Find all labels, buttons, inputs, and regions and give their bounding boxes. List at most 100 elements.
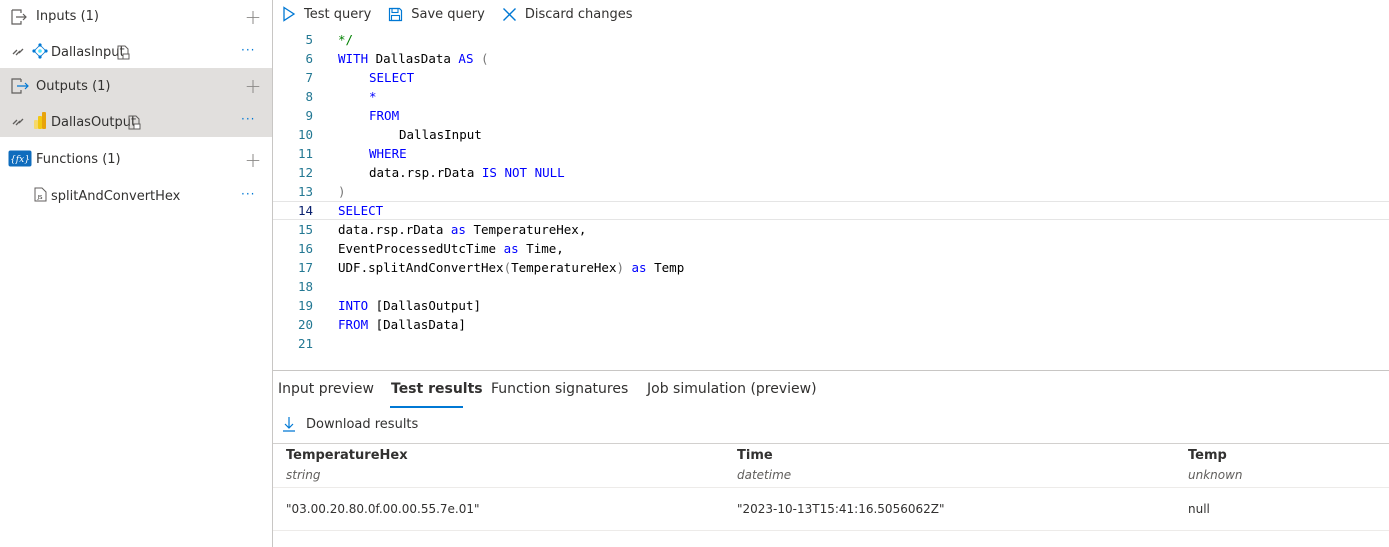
identifier: TemperatureHex, <box>465 222 587 237</box>
identifier: DallasData <box>368 51 459 66</box>
line-number: 7 <box>305 70 313 85</box>
table-cell: null <box>1188 502 1210 516</box>
lock-file-icon <box>117 45 131 60</box>
input-more-button[interactable]: ··· <box>241 43 255 57</box>
tab-function-signatures[interactable]: Function signatures <box>491 381 628 397</box>
line-number: 13 <box>297 184 313 199</box>
sidebar-group-inputs[interactable]: Inputs (1) + <box>0 0 272 36</box>
test-query-button[interactable]: Test query <box>282 6 371 22</box>
sidebar-group-outputs[interactable]: Outputs (1) + <box>0 68 272 103</box>
line-number: 16 <box>297 241 313 256</box>
punctuation: ) <box>338 184 346 199</box>
identifier: [DallasData] <box>368 317 466 332</box>
sidebar-group-label: Functions (1) <box>36 152 121 167</box>
code-text: DallasInput <box>399 125 482 144</box>
code-line: 17 UDF.splitAndConvertHex(TemperatureHex)… <box>273 258 1389 277</box>
tab-job-simulation[interactable]: Job simulation (preview) <box>647 381 817 397</box>
column-header[interactable]: Temp <box>1188 448 1227 463</box>
svg-text:{fx}: {fx} <box>10 155 30 165</box>
discard-changes-button[interactable]: Discard changes <box>502 7 632 22</box>
keyword: SELECT <box>338 203 384 218</box>
sidebar-item-splitandconverthex[interactable]: JS splitAndConvertHex ··· <box>0 178 272 214</box>
table-header: TemperatureHex string Time datetime Temp… <box>273 443 1389 488</box>
identifier: UDF.splitAndConvertHex <box>338 260 504 275</box>
code-text: WHERE <box>369 144 407 163</box>
punctuation: ( <box>473 51 489 66</box>
tab-input-preview[interactable]: Input preview <box>278 381 374 397</box>
play-icon <box>283 6 296 22</box>
javascript-file-icon: JS <box>34 187 47 202</box>
output-more-button[interactable]: ··· <box>241 112 255 126</box>
sidebar-item-label: DallasInput <box>51 45 125 60</box>
line-number: 6 <box>305 51 313 66</box>
code-line: 12 data.rsp.rData IS NOT NULL <box>273 163 1389 182</box>
column-type: datetime <box>737 468 792 482</box>
code-text: ) <box>338 182 346 201</box>
line-number: 11 <box>297 146 313 161</box>
lock-file-icon <box>128 115 142 130</box>
code-text: * <box>369 87 377 106</box>
code-line: 20 FROM [DallasData] <box>273 315 1389 334</box>
sidebar-group-label: Outputs (1) <box>36 79 111 94</box>
link-icon <box>10 45 26 57</box>
punctuation: ) <box>616 260 624 275</box>
close-icon <box>502 7 516 21</box>
keyword: IS NOT NULL <box>481 165 565 180</box>
identifier: Temp <box>646 260 685 275</box>
sidebar-item-dallasoutput[interactable]: DallasOutput ··· <box>0 103 272 137</box>
svg-text:JS: JS <box>36 195 43 201</box>
add-function-button[interactable]: + <box>244 150 262 170</box>
download-icon <box>283 417 295 432</box>
column-header[interactable]: TemperatureHex <box>286 448 408 463</box>
line-number: 12 <box>297 165 313 180</box>
table-cell: "03.00.20.80.0f.00.00.55.7e.01" <box>286 502 480 516</box>
code-line: 21 <box>273 334 1389 353</box>
code-line: 5 */ <box>273 30 1389 49</box>
table-row[interactable]: "03.00.20.80.0f.00.00.55.7e.01" "2023-10… <box>273 488 1389 531</box>
code-text: data.rsp.rData IS NOT NULL <box>369 163 565 182</box>
sidebar-group-functions[interactable]: {fx} Functions (1) + <box>0 141 272 177</box>
keyword: FROM <box>338 317 369 332</box>
identifier: DallasInput <box>399 127 482 142</box>
code-line: 7 SELECT <box>273 68 1389 87</box>
identifier: data.rsp.rData <box>369 165 482 180</box>
line-number: 5 <box>305 32 313 47</box>
code-text: UDF.splitAndConvertHex(TemperatureHex) a… <box>338 258 684 277</box>
identifier: TemperatureHex <box>511 260 617 275</box>
tab-test-results[interactable]: Test results <box>391 381 483 397</box>
code-line-current: 14 SELECT <box>273 201 1389 220</box>
save-query-button[interactable]: Save query <box>388 7 485 22</box>
code-line: 19 INTO [DallasOutput] <box>273 296 1389 315</box>
line-number: 15 <box>297 222 313 237</box>
results-tabs: Input preview Test results Function sign… <box>273 371 1389 409</box>
add-input-button[interactable]: + <box>244 7 262 27</box>
test-query-label: Test query <box>304 6 372 22</box>
keyword: as <box>503 241 519 256</box>
keyword: AS <box>458 51 474 66</box>
add-output-button[interactable]: + <box>244 76 262 96</box>
code-text: */ <box>338 30 353 49</box>
function-icon: {fx} <box>8 150 32 167</box>
comment: */ <box>338 32 354 47</box>
iot-hub-icon <box>31 42 49 60</box>
operator: * <box>369 89 377 104</box>
query-toolbar: Test query Save query Discard changes <box>273 0 1389 28</box>
code-line: 13) <box>273 182 1389 201</box>
line-number: 9 <box>305 108 313 123</box>
column-header[interactable]: Time <box>737 448 773 463</box>
code-text: SELECT <box>369 68 414 87</box>
code-line: 16 EventProcessedUtcTime as Time, <box>273 239 1389 258</box>
keyword: as <box>450 222 466 237</box>
sidebar-item-dallasinput[interactable]: DallasInput ··· <box>0 34 272 70</box>
query-editor[interactable]: 5 */ 6 WITH DallasData AS ( 7 SELECT 8 * 9 FR… <box>273 30 1389 370</box>
download-results-button[interactable]: Download results <box>282 416 418 432</box>
code-line: 11 WHERE <box>273 144 1389 163</box>
line-number: 10 <box>297 127 313 142</box>
table-cell: "2023-10-13T15:41:16.5056062Z" <box>737 502 945 516</box>
sidebar-item-label: splitAndConvertHex <box>51 189 181 204</box>
function-more-button[interactable]: ··· <box>241 187 255 201</box>
code-text: SELECT <box>338 202 383 219</box>
code-line: 6 WITH DallasData AS ( <box>273 49 1389 68</box>
sidebar-group-label: Inputs (1) <box>36 9 99 24</box>
punctuation: ( <box>503 260 512 275</box>
